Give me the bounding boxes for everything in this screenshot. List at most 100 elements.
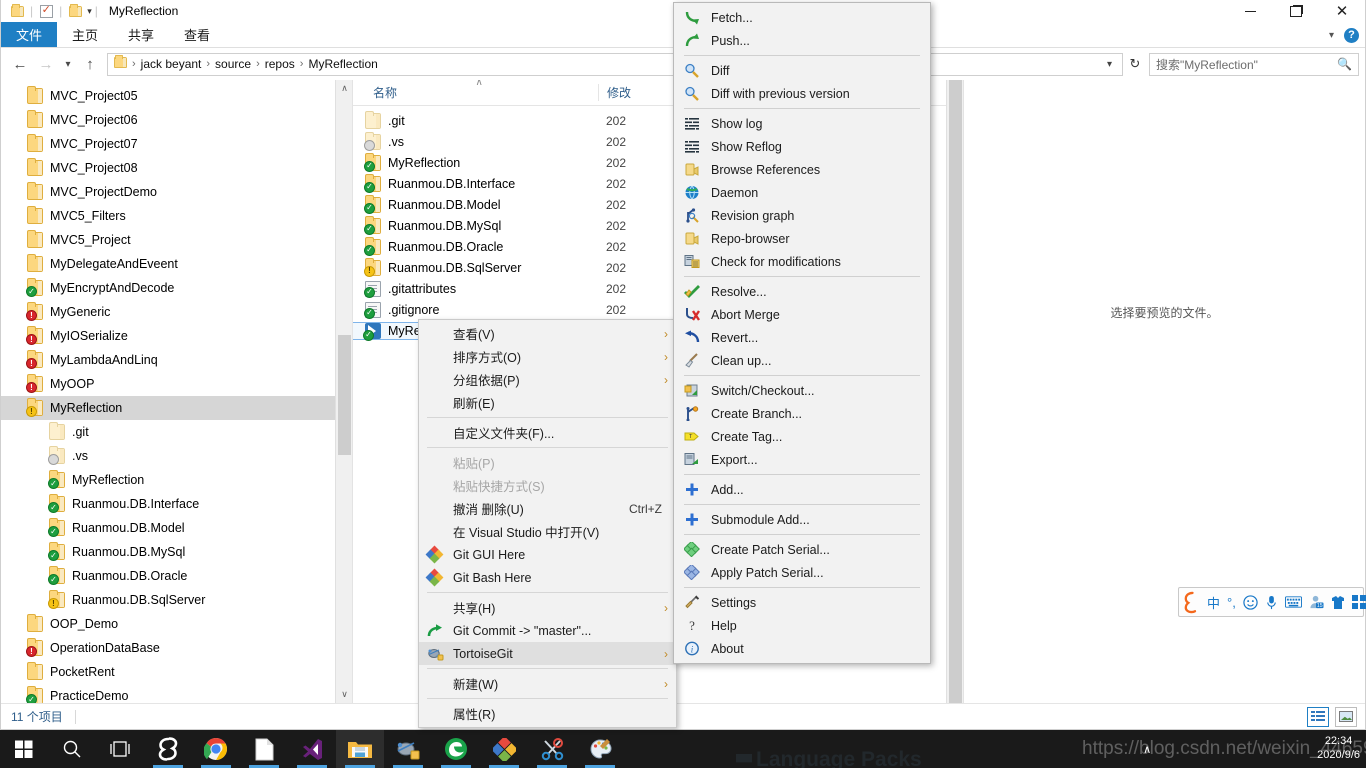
search-icon[interactable]: 🔍 (1337, 57, 1352, 71)
app-sogou[interactable] (144, 730, 192, 768)
properties-icon[interactable] (36, 1, 56, 21)
context-menu-item[interactable]: 撤消 删除(U) Ctrl+Z (419, 497, 676, 520)
chevron-down-icon[interactable]: ▾ (1101, 59, 1118, 70)
tortoisegit-submenu[interactable]: Fetch... Push... Diff Diff with previous ve… (673, 2, 931, 664)
file-name-cell[interactable]: ✓ .gitattributes (353, 280, 598, 298)
tortoisegit-menu-item[interactable]: Submodule Add... (674, 508, 930, 531)
tortoisegit-menu-item[interactable]: Revert... (674, 326, 930, 349)
tortoisegit-menu-item[interactable]: Show log (674, 112, 930, 135)
breadcrumb-item-source[interactable]: source (211, 57, 255, 71)
new-folder-icon[interactable] (65, 1, 85, 21)
task-view-button[interactable] (96, 730, 144, 768)
tree-item[interactable]: .vs (1, 444, 352, 468)
tortoisegit-menu-item[interactable]: Diff (674, 59, 930, 82)
tree-item[interactable]: MVC5_Filters (1, 204, 352, 228)
list-scrollbar[interactable] (946, 80, 963, 703)
tortoisegit-menu-item[interactable]: Export... (674, 448, 930, 471)
tree-item[interactable]: ! MyLambdaAndLinq (1, 348, 352, 372)
tree-item[interactable]: ! MyReflection (1, 396, 352, 420)
tortoisegit-menu-item[interactable]: Push... (674, 29, 930, 52)
tree-item[interactable]: ! MyGeneric (1, 300, 352, 324)
tree-item[interactable]: .git (1, 420, 352, 444)
ime-punctuation-icon[interactable]: °, (1227, 595, 1236, 610)
tortoisegit-menu-item[interactable]: Settings (674, 591, 930, 614)
tortoisegit-menu-item[interactable]: Clean up... (674, 349, 930, 372)
maximize-button[interactable] (1273, 0, 1319, 22)
tortoisegit-menu-item[interactable]: Daemon (674, 181, 930, 204)
sogou-logo-icon[interactable] (1181, 591, 1204, 614)
tortoisegit-menu-item[interactable]: Browse References (674, 158, 930, 181)
tortoisegit-menu-item[interactable]: Resolve... (674, 280, 930, 303)
user-icon[interactable]: 15 (1309, 595, 1324, 609)
scroll-up-icon[interactable]: ∧ (336, 80, 352, 97)
chevron-down-icon[interactable]: ▾ (1329, 30, 1334, 41)
tortoisegit-menu-item[interactable]: Create Branch... (674, 402, 930, 425)
breadcrumb-item-repos[interactable]: repos (261, 57, 299, 71)
mic-icon[interactable] (1265, 595, 1278, 610)
context-menu-item[interactable]: 分组依据(P) › (419, 368, 676, 391)
breadcrumb-item-myreflection[interactable]: MyReflection (304, 57, 381, 71)
app-chrome[interactable] (192, 730, 240, 768)
context-menu-item[interactable]: 排序方式(O) › (419, 345, 676, 368)
file-name-cell[interactable]: ! Ruanmou.DB.SqlServer (353, 257, 598, 277)
ime-mode-chinese[interactable]: 中 (1207, 593, 1220, 612)
column-header-name[interactable]: 名称 ∧ (353, 80, 598, 101)
forward-arrow-icon[interactable]: → (33, 51, 59, 77)
tray-expand-icon[interactable]: ∧ (1143, 743, 1151, 756)
tortoisegit-menu-item[interactable]: Apply Patch Serial... (674, 561, 930, 584)
tab-home[interactable]: 主页 (57, 22, 113, 47)
tree-item[interactable]: ✓ PracticeDemo (1, 684, 352, 703)
app-edge[interactable] (432, 730, 480, 768)
file-name-cell[interactable]: .git (353, 110, 598, 129)
nav-scrollbar[interactable]: ∧ ∨ (335, 80, 352, 703)
app-snip[interactable] (528, 730, 576, 768)
tree-item[interactable]: ! OperationDataBase (1, 636, 352, 660)
back-arrow-icon[interactable]: ← (7, 51, 33, 77)
tortoisegit-menu-item[interactable]: Fetch... (674, 6, 930, 29)
folder-context-menu[interactable]: 查看(V) › 排序方式(O) › 分组依据(P) › 刷新(E) 自定义文件夹(F)... 粘… (418, 319, 677, 728)
tree-item[interactable]: ✓ Ruanmou.DB.Model (1, 516, 352, 540)
tortoisegit-menu-item[interactable]: Diff with previous version (674, 82, 930, 105)
tree-item[interactable]: ! MyOOP (1, 372, 352, 396)
tortoisegit-menu-item[interactable]: i About (674, 637, 930, 660)
file-name-cell[interactable]: ✓ .gitignore (353, 301, 598, 319)
tree-item[interactable]: ! Ruanmou.DB.SqlServer (1, 588, 352, 612)
tortoisegit-menu-item[interactable]: ? Help (674, 614, 930, 637)
tortoisegit-menu-item[interactable]: Revision graph (674, 204, 930, 227)
context-menu-item[interactable]: 新建(W) › (419, 672, 676, 695)
app-git[interactable] (480, 730, 528, 768)
file-name-cell[interactable]: ✓ Ruanmou.DB.Model (353, 194, 598, 214)
tree-item[interactable]: OOP_Demo (1, 612, 352, 636)
file-name-cell[interactable]: ✓ Ruanmou.DB.Oracle (353, 236, 598, 256)
tree-item[interactable]: ! MyIOSerialize (1, 324, 352, 348)
app-tortoisegit[interactable] (384, 730, 432, 768)
tab-file[interactable]: 文件 (1, 22, 58, 47)
tortoisegit-menu-item[interactable]: Repo-browser (674, 227, 930, 250)
shirt-icon[interactable] (1331, 595, 1345, 610)
close-button[interactable]: ✕ (1319, 0, 1365, 22)
breadcrumb[interactable]: › jack beyant › source › repos › MyRefle… (107, 52, 1123, 76)
clock[interactable]: 22:34 2020/9/6 (1317, 735, 1360, 763)
tree-item[interactable]: MVC_Project05 (1, 84, 352, 108)
sogou-ime-toolbar[interactable]: 中 °, 15 (1178, 587, 1366, 617)
tortoisegit-menu-item[interactable]: Switch/Checkout... (674, 379, 930, 402)
tab-share[interactable]: 共享 (113, 22, 169, 47)
context-menu-item[interactable]: 属性(R) (419, 702, 676, 725)
tortoisegit-menu-item[interactable]: Show Reflog (674, 135, 930, 158)
tortoisegit-menu-item[interactable]: Add... (674, 478, 930, 501)
apps-icon[interactable] (1351, 595, 1366, 609)
app-paint[interactable] (576, 730, 624, 768)
tree-item[interactable]: PocketRent (1, 660, 352, 684)
tree-item[interactable]: ✓ Ruanmou.DB.MySql (1, 540, 352, 564)
tree-item[interactable]: ✓ Ruanmou.DB.Oracle (1, 564, 352, 588)
tree-item[interactable]: ✓ MyEncryptAndDecode (1, 276, 352, 300)
tree-item[interactable]: MVC_Project07 (1, 132, 352, 156)
file-name-cell[interactable]: ✓ Ruanmou.DB.Interface (353, 173, 598, 193)
search-button[interactable] (48, 730, 96, 768)
context-menu-item[interactable]: Git Bash Here (419, 566, 676, 589)
help-icon[interactable]: ? (1344, 27, 1359, 43)
tree-item[interactable]: MVC_Project06 (1, 108, 352, 132)
emoji-icon[interactable] (1243, 594, 1258, 610)
breadcrumb-item-user[interactable]: jack beyant (137, 57, 206, 71)
context-menu-item[interactable]: 刷新(E) (419, 391, 676, 414)
